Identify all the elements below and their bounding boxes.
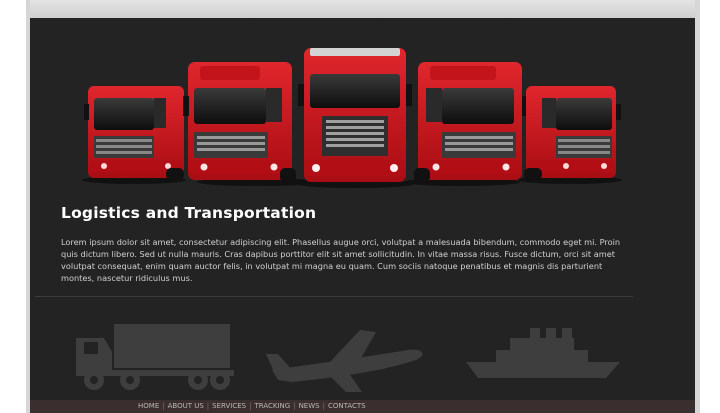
content-divider [35,296,633,297]
footer-separator: | [293,402,296,410]
top-bar [30,0,695,18]
footer-link-about-us[interactable]: ABOUT US [168,402,204,410]
window-frame-right [695,0,700,413]
services-icons [76,324,620,392]
hero-trucks-image [82,48,622,188]
footer-separator: | [249,402,252,410]
footer-link-services[interactable]: SERVICES [212,402,246,410]
footer-separator: | [322,402,325,410]
ship-icon [466,328,620,378]
footer: HOME | ABOUT US | SERVICES | TRACKING | NEWS | CON… [30,400,695,413]
truck-4 [404,62,528,186]
footer-link-tracking[interactable]: TRACKING [254,402,290,410]
airplane-icon [266,330,423,392]
truck-2 [183,62,317,186]
page-container: Logistics and Transportation Lorem ipsum… [30,18,695,413]
intro-paragraph: Lorem ipsum dolor sit amet, consectetur … [61,237,621,283]
footer-link-contacts[interactable]: CONTACTS [328,402,366,410]
truck-icon [76,324,234,390]
footer-separator: | [206,402,210,410]
footer-link-home[interactable]: HOME [138,402,159,410]
footer-link-news[interactable]: NEWS [299,402,320,410]
page-title: Logistics and Transportation [61,204,317,222]
truck-3 [297,48,413,188]
footer-separator: | [162,402,165,410]
footer-nav: HOME | ABOUT US | SERVICES | TRACKING | NEWS | CON… [138,402,366,410]
truck-5 [518,86,622,184]
truck-1 [82,86,186,184]
